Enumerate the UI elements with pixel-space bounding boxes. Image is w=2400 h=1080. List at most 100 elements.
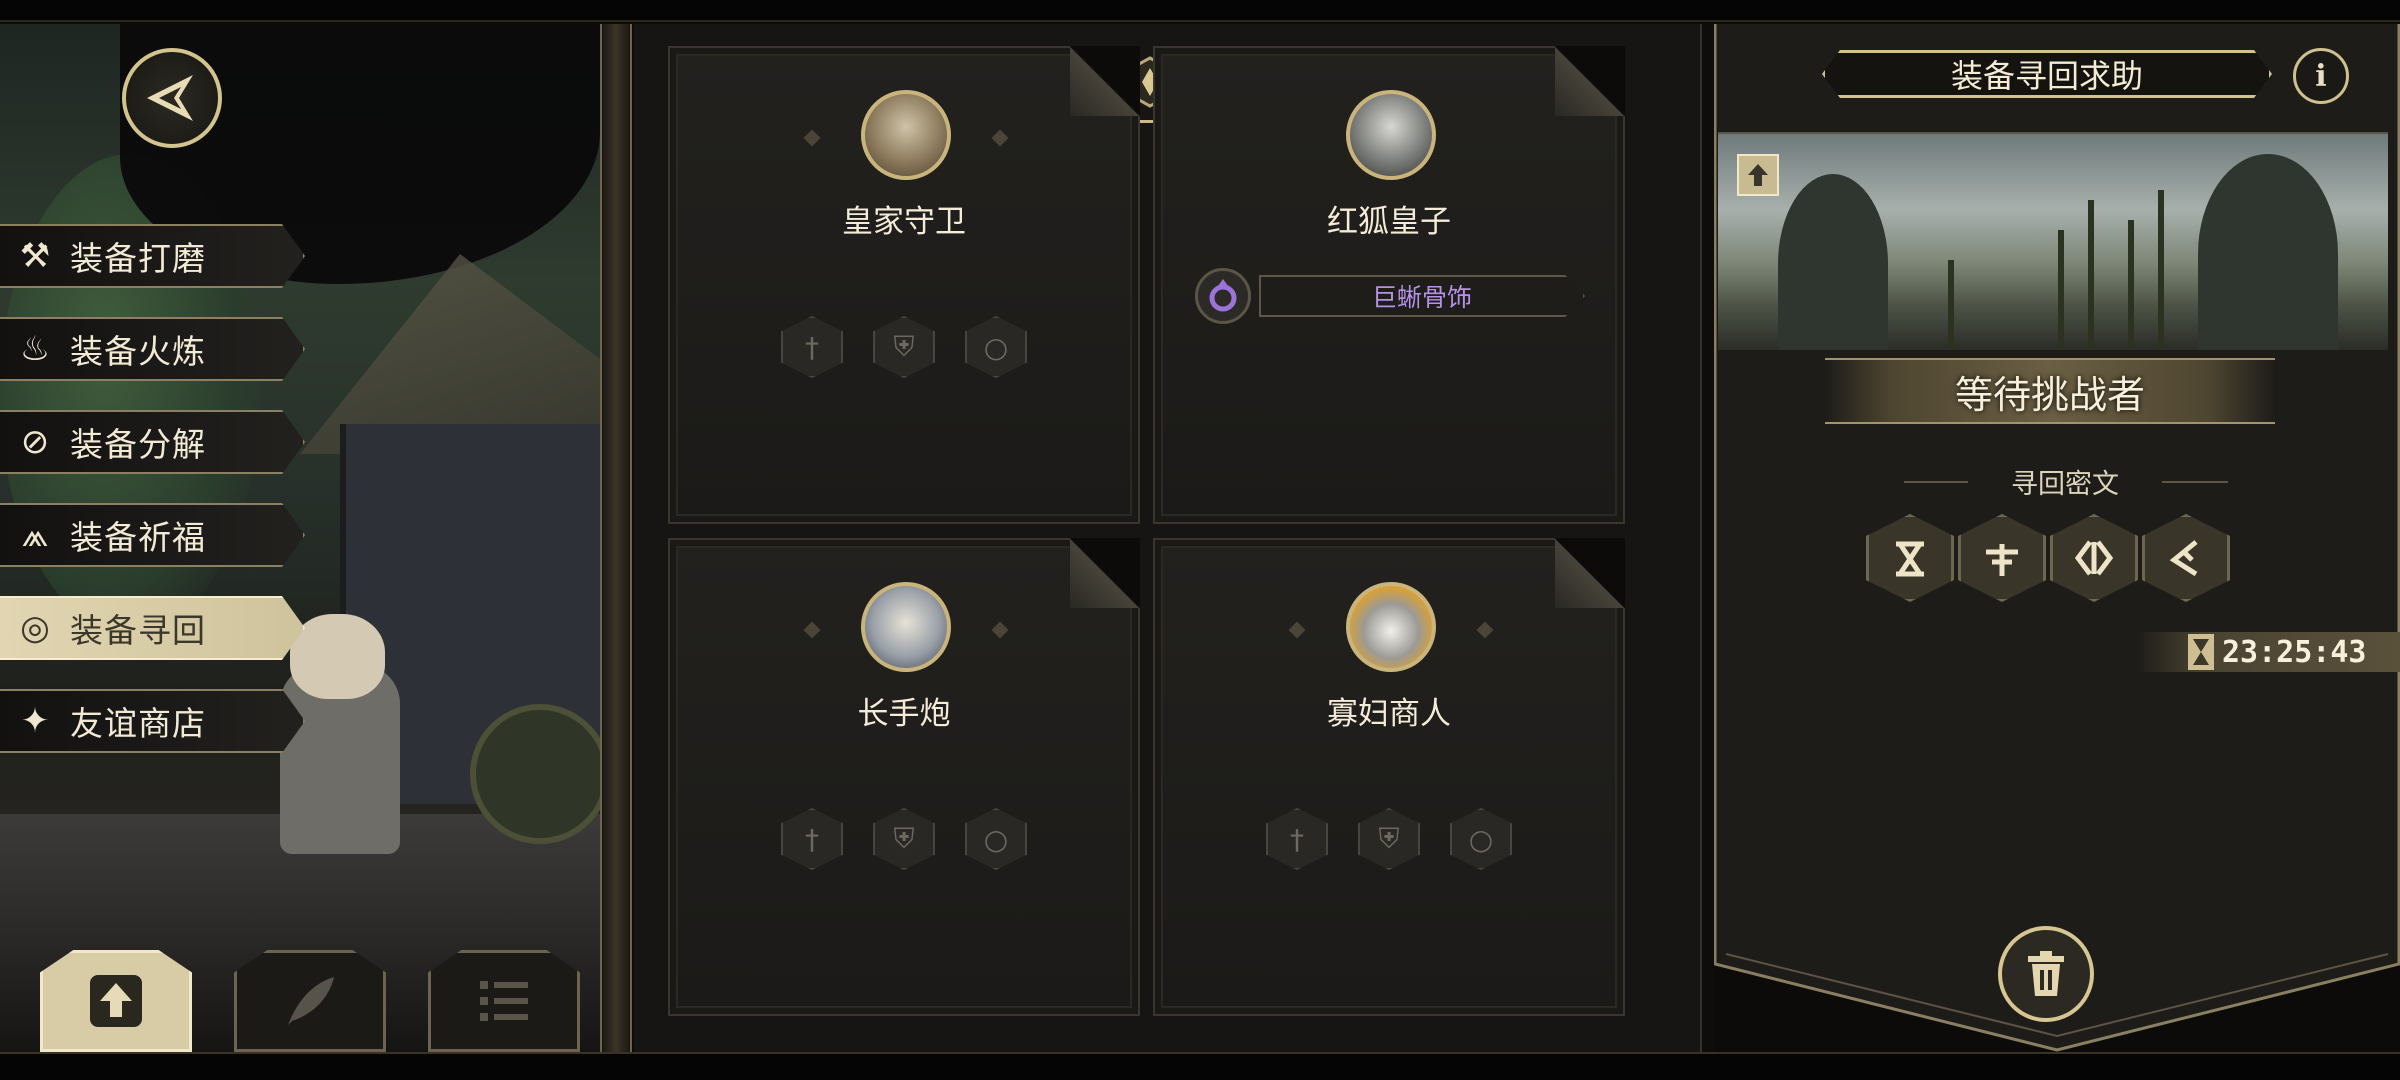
- red-fox-prince-avatar: [1346, 90, 1436, 180]
- feather-icon: [288, 977, 334, 1025]
- status-banner: 等待挑战者: [1825, 358, 2275, 424]
- upload-badge: [1737, 154, 1779, 196]
- menu-item-retrieve[interactable]: ◎ 装备寻回: [0, 596, 305, 660]
- ornate-divider: [600, 24, 632, 1052]
- hero-name: 寡妇商人: [1327, 696, 1451, 732]
- flame-icon: ♨: [19, 329, 51, 369]
- equipped-item[interactable]: 巨蜥骨饰: [1195, 268, 1585, 324]
- hero-name: 红狐皇子: [1327, 204, 1451, 240]
- tab-feather[interactable]: [234, 950, 386, 1052]
- rune-1-icon: [1896, 541, 1924, 577]
- card-corner-fold: [1555, 46, 1625, 116]
- sword-icon: †: [805, 822, 819, 856]
- menu-item-label: 装备祈福: [70, 518, 206, 557]
- corn-stalk: [2088, 200, 2094, 350]
- diamond-ornament: [803, 621, 821, 639]
- rune-3-icon: [2074, 540, 2114, 576]
- rune-1[interactable]: [1866, 514, 1954, 602]
- royal-guard-avatar: [861, 90, 951, 180]
- weapon-slot[interactable]: †: [1266, 808, 1328, 870]
- back-arrow-icon: [147, 75, 193, 121]
- cipher-title: 寻回密文: [2011, 469, 2119, 500]
- hero-card-red-fox-prince[interactable]: 红狐皇子 巨蜥骨饰: [1153, 46, 1625, 524]
- ring-icon: [1195, 268, 1251, 324]
- bottom-tab-bar: [40, 950, 580, 1052]
- armor-icon: ⛨: [1378, 822, 1400, 855]
- diamond-ornament: [803, 129, 821, 147]
- panel-divider: [1700, 24, 1714, 1052]
- rune-2[interactable]: [1958, 514, 2046, 602]
- diamond-ornament: [991, 129, 1009, 147]
- card-corner-fold: [1070, 46, 1140, 116]
- upload-icon: [1748, 164, 1768, 186]
- forge-menu: ⚒ 装备打磨 ♨ 装备火炼 ⊘ 装备分解 ⩕ 装备祈福 ◎ 装备寻回 ✦ 友谊商…: [0, 224, 305, 782]
- weapon-slot[interactable]: †: [781, 808, 843, 870]
- back-button[interactable]: [122, 48, 222, 148]
- hero-card-royal-guard[interactable]: 皇家守卫 † ⛨ ○: [668, 46, 1140, 524]
- status-text: 等待挑战者: [1954, 372, 2145, 417]
- list-icon: [480, 981, 528, 1021]
- hero-card-long-arm-cannon[interactable]: 长手炮 † ⛨ ○: [668, 538, 1140, 1016]
- menu-item-label: 装备打磨: [70, 239, 206, 278]
- menu-item-label: 装备火炼: [70, 332, 206, 371]
- widow-merchant-avatar: [1346, 582, 1436, 672]
- armor-slot[interactable]: ⛨: [873, 808, 935, 870]
- card-corner-fold: [1070, 538, 1140, 608]
- tab-upload[interactable]: [40, 950, 192, 1052]
- menu-item-polish[interactable]: ⚒ 装备打磨: [0, 224, 305, 288]
- bottom-bar: [0, 1052, 2400, 1080]
- dead-tree: [2198, 154, 2338, 350]
- equip-slots: † ⛨ ○: [670, 808, 1138, 870]
- stage-preview-image: [1718, 132, 2388, 350]
- panel-title: 装备寻回求助: [1822, 50, 2272, 98]
- card-corner-fold: [1555, 538, 1625, 608]
- menu-item-friendship-shop[interactable]: ✦ 友谊商店: [0, 689, 305, 753]
- menu-item-pray[interactable]: ⩕ 装备祈福: [0, 503, 305, 567]
- corn-stalk: [2058, 230, 2064, 350]
- armor-slot[interactable]: ⛨: [873, 316, 935, 378]
- ring-icon: ○: [983, 822, 1009, 856]
- long-arm-cannon-avatar: [861, 582, 951, 672]
- sword-icon: †: [805, 330, 819, 364]
- rune-3[interactable]: [2050, 514, 2138, 602]
- info-icon: i: [2315, 58, 2327, 94]
- menu-item-disassemble[interactable]: ⊘ 装备分解: [0, 410, 305, 474]
- hero-card-widow-merchant[interactable]: 寡妇商人 † ⛨ ○: [1153, 538, 1625, 1016]
- rune-cipher-row: [1866, 514, 2230, 602]
- trash-icon: [2028, 951, 2064, 996]
- tab-list[interactable]: [428, 950, 580, 1052]
- armor-icon: ⛨: [893, 822, 915, 855]
- equipped-item-name: 巨蜥骨饰: [1259, 275, 1585, 317]
- ring-icon: ○: [1468, 822, 1494, 856]
- fox-icon: ✦: [20, 701, 50, 741]
- top-bar: [0, 0, 2400, 22]
- menu-item-label: 友谊商店: [70, 704, 206, 743]
- shield-prop: [470, 704, 600, 844]
- menu-item-fire-refine[interactable]: ♨ 装备火炼: [0, 317, 305, 381]
- hero-name: 长手炮: [857, 696, 951, 732]
- hero-name: 皇家守卫: [842, 204, 966, 240]
- menu-item-label: 装备分解: [70, 425, 206, 464]
- diamond-ornament: [1288, 621, 1306, 639]
- rune-4[interactable]: [2142, 514, 2230, 602]
- accessory-slot[interactable]: ○: [965, 808, 1027, 870]
- rune-4-icon: [2169, 540, 2198, 577]
- equip-slots: † ⛨ ○: [1155, 808, 1623, 870]
- dead-tree: [1778, 174, 1888, 350]
- menu-item-label: 装备寻回: [70, 611, 206, 650]
- diamond-ornament: [991, 621, 1009, 639]
- accessory-slot[interactable]: ○: [965, 316, 1027, 378]
- equip-slots: † ⛨ ○: [670, 316, 1138, 378]
- countdown-timer: 23:25:43: [2136, 632, 2400, 672]
- accessory-slot[interactable]: ○: [1450, 808, 1512, 870]
- sword-icon: †: [1290, 822, 1304, 856]
- pray-icon: ⩕: [21, 515, 49, 555]
- diamond-ornament: [1476, 621, 1494, 639]
- delete-button[interactable]: [1998, 926, 2094, 1022]
- armor-slot[interactable]: ⛨: [1358, 808, 1420, 870]
- info-button[interactable]: i: [2293, 48, 2349, 104]
- weapon-slot[interactable]: †: [781, 316, 843, 378]
- hammer-icon: ⚒: [19, 236, 51, 276]
- ring-icon: ○: [983, 330, 1009, 364]
- upload-icon: [90, 975, 142, 1027]
